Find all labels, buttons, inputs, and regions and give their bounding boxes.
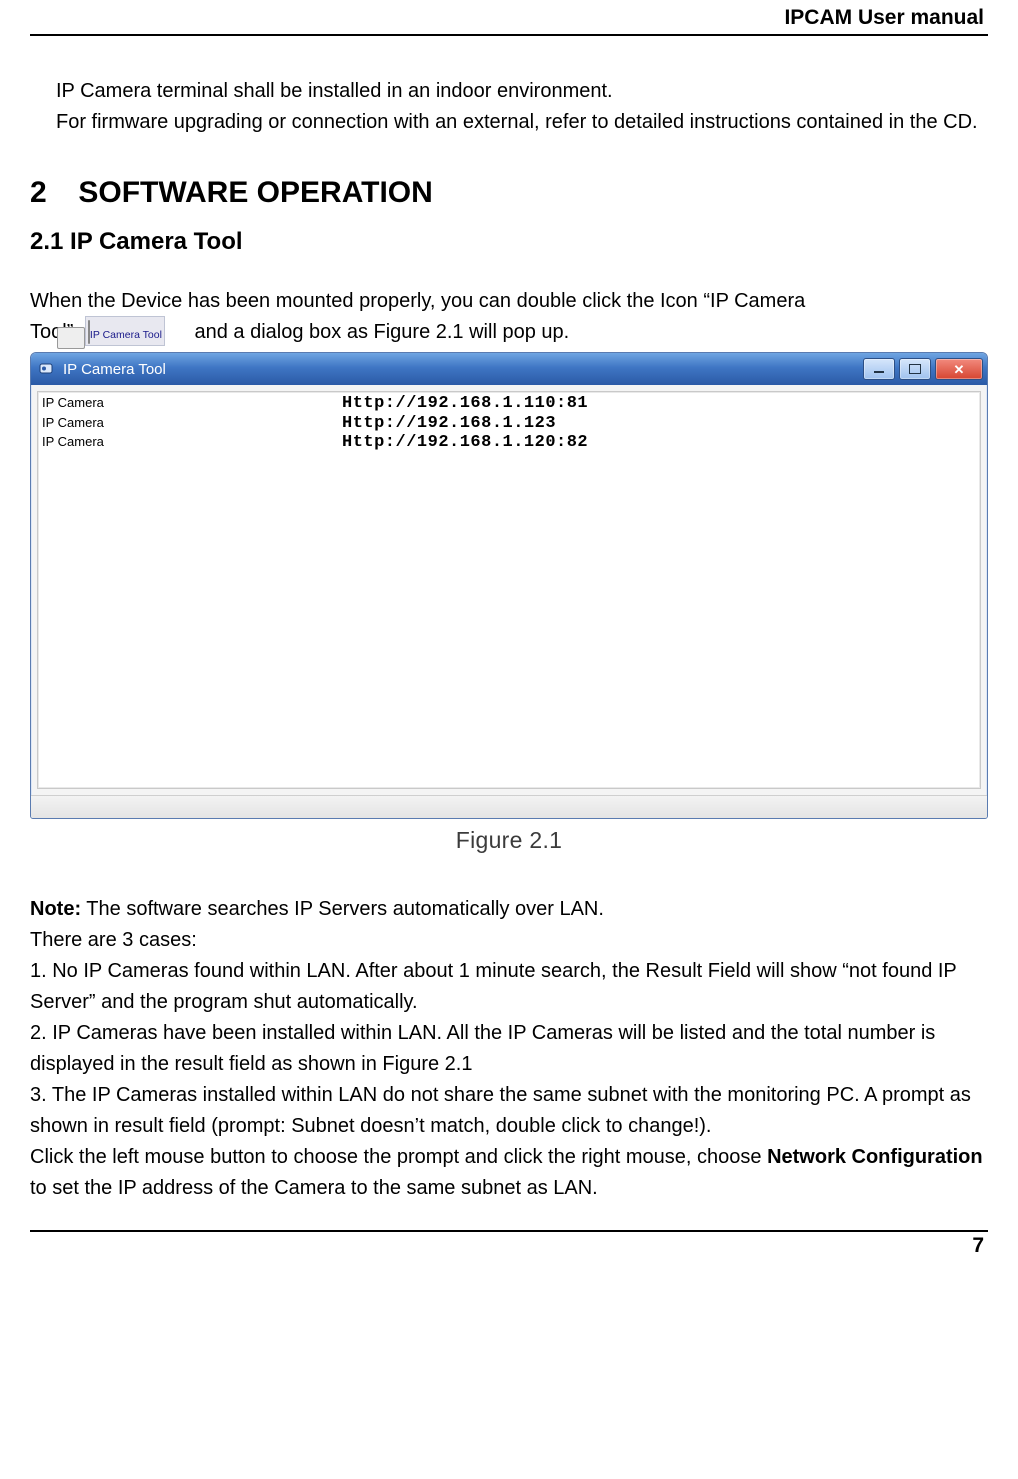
intro-line-2: For firmware upgrading or connection wit… [56,107,988,138]
case-2: 2. IP Cameras have been installed within… [30,1018,988,1080]
section-heading: 2 SOFTWARE OPERATION [30,176,988,210]
note-intro: The software searches IP Servers automat… [81,898,604,920]
ip-camera-tool-window: IP Camera Tool ✕ IP Camera Http://192.16… [30,352,988,819]
header-rule [30,34,988,36]
case-3: 3. The IP Cameras installed within LAN d… [30,1080,988,1142]
maximize-icon [909,364,921,374]
note-label: Note: [30,898,81,920]
case-1: 1. No IP Cameras found within LAN. After… [30,956,988,1018]
doc-header: IPCAM User manual [30,6,988,30]
camera-icon [88,320,90,344]
maximize-button[interactable] [899,358,931,380]
list-item[interactable]: IP Camera Http://192.168.1.123 [42,414,976,434]
camera-url: Http://192.168.1.110:81 [342,394,588,414]
close-icon: ✕ [954,363,965,376]
close-button[interactable]: ✕ [935,358,983,380]
subsection-heading: 2.1 IP Camera Tool [30,228,988,256]
camera-name: IP Camera [42,394,342,414]
section-title: SOFTWARE OPERATION [78,176,432,209]
ip-camera-tool-desktop-icon: IP Camera Tool [85,317,183,348]
paragraph-1: When the Device has been mounted properl… [30,286,988,348]
para1-pre: When the Device has been mounted properl… [30,290,805,312]
figure-caption: Figure 2.1 [30,827,988,854]
list-item[interactable]: IP Camera Http://192.168.1.110:81 [42,394,976,414]
intro-paragraph: IP Camera terminal shall be installed in… [30,76,988,138]
window-titlebar[interactable]: IP Camera Tool ✕ [31,353,987,385]
camera-url: Http://192.168.1.123 [342,414,556,434]
minimize-icon [874,371,884,373]
window-title: IP Camera Tool [63,361,166,378]
closing-pre: Click the left mouse button to choose th… [30,1146,767,1168]
minimize-button[interactable] [863,358,895,380]
para1-post: and a dialog box as Figure 2.1 will pop … [194,321,569,343]
cases-header: There are 3 cases: [30,925,988,956]
camera-url: Http://192.168.1.120:82 [342,433,588,453]
subsection-number: 2.1 [30,228,63,255]
desktop-icon-label: IP Camera Tool [90,329,162,341]
list-item[interactable]: IP Camera Http://192.168.1.120:82 [42,433,976,453]
closing-post: to set the IP address of the Camera to t… [30,1177,598,1199]
note-section: Note: The software searches IP Servers a… [30,894,988,1204]
camera-list-panel[interactable]: IP Camera Http://192.168.1.110:81 IP Cam… [37,391,981,789]
subsection-title: IP Camera Tool [70,228,243,255]
section-number: 2 [30,176,70,210]
camera-name: IP Camera [42,433,342,453]
closing-bold: Network Configuration [767,1146,983,1168]
window-statusbar [31,795,987,818]
camera-name: IP Camera [42,414,342,434]
intro-line-1: IP Camera terminal shall be installed in… [56,76,988,107]
page-number: 7 [30,1234,988,1258]
window-app-icon [39,360,57,378]
footer-rule [30,1230,988,1232]
